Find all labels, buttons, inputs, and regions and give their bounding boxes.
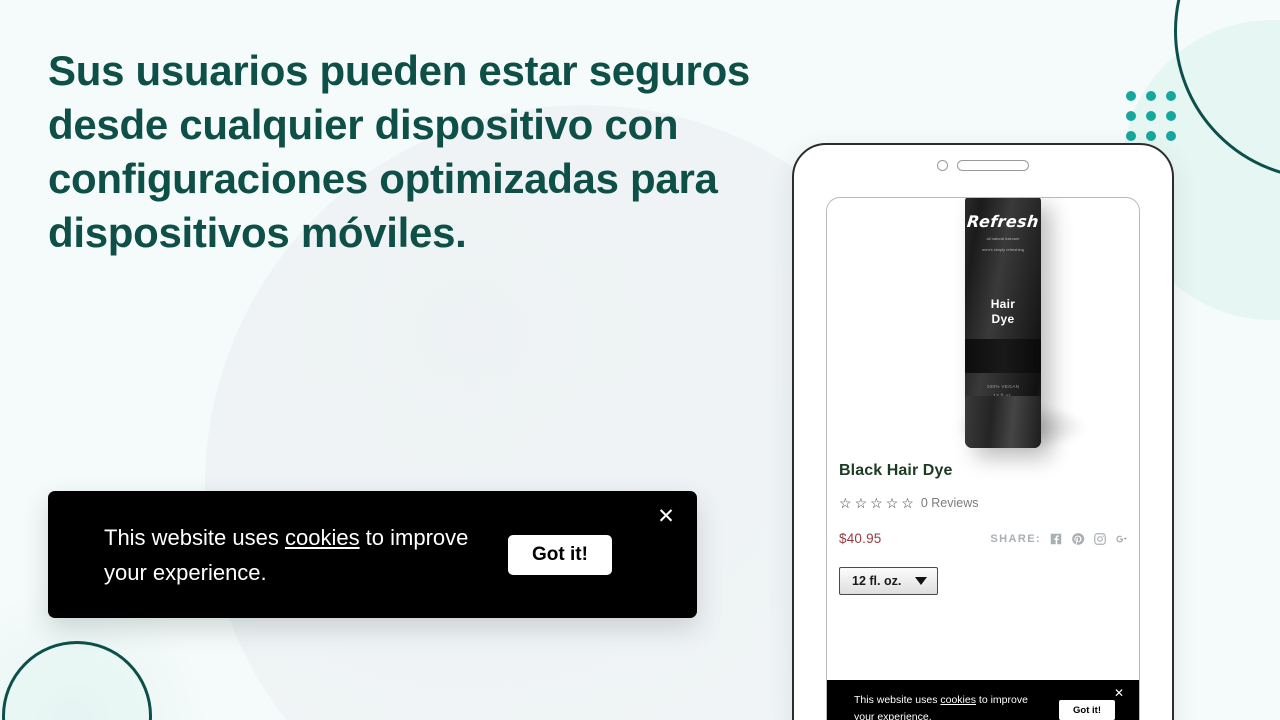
chevron-down-icon	[915, 577, 928, 585]
star-rating[interactable]: ☆ ☆ ☆ ☆ ☆	[839, 496, 914, 510]
star-icon[interactable]: ☆	[901, 496, 914, 510]
product-rating-row: ☆ ☆ ☆ ☆ ☆ 0 Reviews	[839, 496, 1129, 510]
dot	[1146, 131, 1156, 141]
facebook-icon[interactable]	[1049, 532, 1063, 546]
close-icon-mini[interactable]: ✕	[1111, 685, 1127, 701]
product-tube-image: Refresh all natural haircare men's simpl…	[965, 198, 1041, 448]
product-info: Black Hair Dye ☆ ☆ ☆ ☆ ☆ 0 Reviews $40.9…	[827, 456, 1139, 595]
speaker-grill-icon	[957, 159, 1029, 171]
cookies-link[interactable]: cookies	[285, 525, 360, 550]
product-price: $40.95	[839, 531, 882, 546]
cookie-accept-button[interactable]: Got it!	[508, 535, 612, 575]
tube-product-name-line2: Dye	[991, 312, 1015, 326]
dot	[1126, 91, 1136, 101]
dot	[1166, 91, 1176, 101]
cookie-accept-button-mini[interactable]: Got it!	[1059, 700, 1115, 720]
dot	[1126, 131, 1136, 141]
reviews-count[interactable]: 0 Reviews	[921, 496, 979, 510]
dot-grid-icon	[1126, 91, 1176, 141]
star-icon[interactable]: ☆	[855, 496, 868, 510]
dot	[1146, 111, 1156, 121]
share-label: SHARE:	[990, 532, 1041, 545]
tube-tagline-line1: all natural haircare	[986, 236, 1020, 241]
googleplus-icon[interactable]	[1115, 532, 1129, 546]
cookies-link-mini[interactable]: cookies	[940, 694, 976, 706]
phone-screen: Refresh all natural haircare men's simpl…	[826, 197, 1140, 720]
dot	[1126, 111, 1136, 121]
star-icon[interactable]: ☆	[886, 496, 899, 510]
tube-cap	[965, 396, 1041, 448]
share-section: SHARE:	[990, 532, 1129, 546]
cookie-banner-text: This website uses cookies to improve you…	[104, 520, 494, 590]
tube-product-name-line1: Hair	[990, 297, 1016, 311]
cookie-banner-mini: This website uses cookies to improve you…	[827, 680, 1139, 720]
tube-black-band	[965, 339, 1041, 373]
pinterest-icon[interactable]	[1071, 532, 1085, 546]
tube-footnote-line1: 100% VEGAN	[986, 384, 1020, 389]
product-price-row: $40.95 SHARE:	[839, 531, 1129, 546]
cookie-banner: This website uses cookies to improve you…	[48, 491, 697, 618]
phone-mockup: Refresh all natural haircare men's simpl…	[792, 143, 1174, 720]
product-title: Black Hair Dye	[839, 462, 953, 479]
cookie-banner-mini-text: This website uses cookies to improve you…	[854, 692, 1034, 720]
page-headline: Sus usuarios pueden estar seguros desde …	[48, 47, 750, 256]
cookie-text-before: This website uses	[104, 525, 285, 550]
phone-top-bar	[794, 145, 1172, 185]
tube-tagline-line2: men's simply refreshing	[982, 247, 1024, 252]
variant-select-value: 12 fl. oz.	[852, 574, 902, 588]
camera-icon	[937, 159, 948, 171]
instagram-icon[interactable]	[1093, 532, 1107, 546]
tube-brand-label: Refresh	[966, 212, 1040, 231]
dot	[1146, 91, 1156, 101]
variant-select[interactable]: 12 fl. oz.	[839, 567, 939, 595]
cookie-mini-text-before: This website uses	[854, 694, 941, 706]
dot	[1166, 111, 1176, 121]
close-icon[interactable]: ✕	[653, 503, 679, 529]
product-image-stage: Refresh all natural haircare men's simpl…	[827, 198, 1139, 456]
dot	[1166, 131, 1176, 141]
star-icon[interactable]: ☆	[839, 496, 852, 510]
star-icon[interactable]: ☆	[870, 496, 883, 510]
